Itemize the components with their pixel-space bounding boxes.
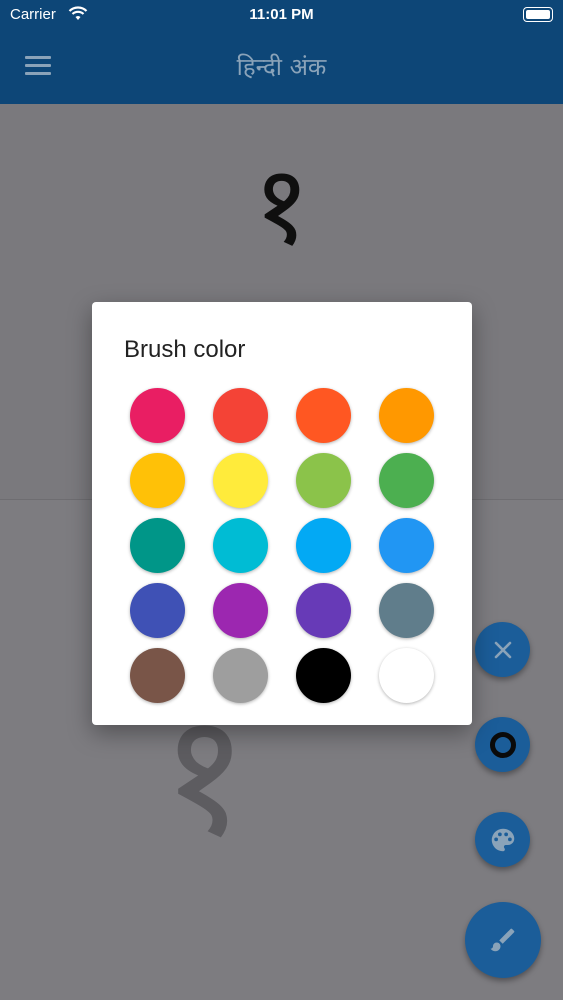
color-swatch[interactable]: [296, 453, 351, 508]
color-swatch[interactable]: [379, 388, 434, 443]
color-swatch[interactable]: [379, 583, 434, 638]
color-swatch[interactable]: [296, 648, 351, 703]
color-swatch[interactable]: [379, 453, 434, 508]
app-title: हिन्दी अंक: [236, 53, 327, 81]
brush-color-button[interactable]: [475, 812, 530, 867]
stroke-size-button[interactable]: [475, 717, 530, 772]
clear-button[interactable]: [475, 622, 530, 677]
color-swatch[interactable]: [213, 453, 268, 508]
close-icon: [494, 641, 511, 658]
color-swatch[interactable]: [130, 388, 185, 443]
circle-outline-icon: [489, 731, 516, 758]
brush-color-dialog: Brush color: [92, 302, 472, 725]
status-time: 11:01 PM: [249, 6, 314, 23]
color-swatch[interactable]: [213, 583, 268, 638]
color-swatch[interactable]: [379, 518, 434, 573]
dialog-title: Brush color: [124, 336, 246, 363]
battery-icon: [523, 7, 553, 22]
color-swatch-grid: [130, 388, 434, 703]
brush-button[interactable]: [465, 902, 541, 978]
color-swatch[interactable]: [130, 453, 185, 508]
color-swatch[interactable]: [130, 518, 185, 573]
status-bar: Carrier 11:01 PM: [0, 0, 563, 30]
color-swatch[interactable]: [379, 648, 434, 703]
color-swatch[interactable]: [130, 583, 185, 638]
color-swatch[interactable]: [296, 388, 351, 443]
palette-icon: [491, 828, 514, 851]
color-swatch[interactable]: [213, 388, 268, 443]
color-swatch[interactable]: [130, 648, 185, 703]
color-swatch[interactable]: [213, 648, 268, 703]
color-swatch[interactable]: [296, 583, 351, 638]
brush-icon: [490, 928, 515, 952]
app-bar: हिन्दी अंक: [0, 30, 563, 104]
color-swatch[interactable]: [296, 518, 351, 573]
reference-digit: १: [252, 141, 311, 269]
color-swatch[interactable]: [213, 518, 268, 573]
